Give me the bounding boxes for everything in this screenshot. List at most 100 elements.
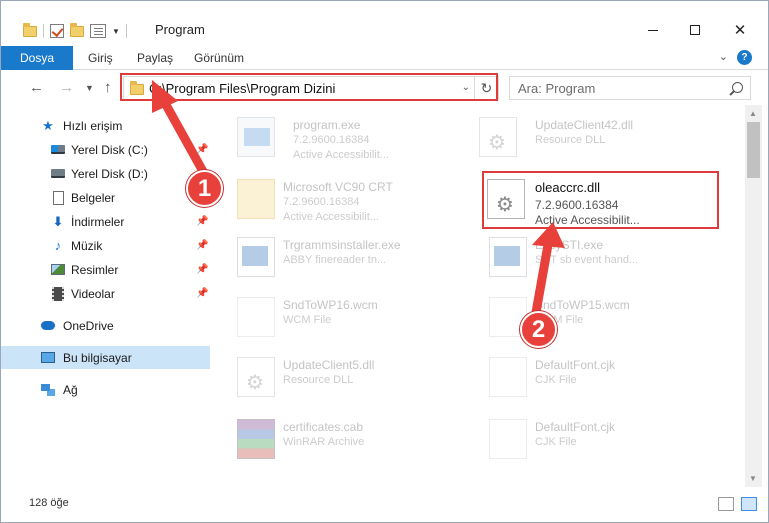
back-arrow-icon[interactable]: ← <box>29 79 44 96</box>
sidebar-item-quick-access[interactable]: ★ Hızlı erişim <box>1 114 210 137</box>
file-item[interactable]: SndToWP16.wcm WCM File <box>233 289 469 345</box>
sidebar-item-pictures[interactable]: Resimler 📌 <box>1 258 210 281</box>
quick-access-toolbar: ▼ <box>23 21 127 41</box>
exe-icon <box>489 237 527 277</box>
sidebar-item-downloads[interactable]: ⬇ İndirmeler 📌 <box>1 210 210 233</box>
blank-file-icon <box>489 357 527 397</box>
recent-locations-icon[interactable]: ▼ <box>85 83 94 93</box>
dll-icon <box>237 357 275 397</box>
up-arrow-icon[interactable]: ↑ <box>104 79 112 96</box>
minimize-icon <box>648 29 658 31</box>
title-bar: ▼ Program ✕ <box>1 1 768 45</box>
sidebar-item-label: OneDrive <box>63 318 114 333</box>
music-icon: ♪ <box>54 238 62 253</box>
sidebar-item-videos[interactable]: Videolar 📌 <box>1 282 210 305</box>
customize-icon[interactable] <box>90 24 106 38</box>
tab-share[interactable]: Paylaş <box>137 46 173 70</box>
file-name: Trgrammsinstaller.exe <box>283 238 401 252</box>
file-name: SndToWP15.wcm <box>535 298 630 312</box>
dll-icon <box>479 117 517 157</box>
tab-home[interactable]: Giriş <box>88 46 113 70</box>
file-item[interactable]: DefaultFont.cjk CJK File <box>485 349 721 405</box>
videos-icon <box>51 286 65 301</box>
file-version: CJK File <box>535 436 577 448</box>
sidebar-item-network[interactable]: Ağ <box>1 378 210 401</box>
pin-icon[interactable]: 📌 <box>196 240 208 251</box>
file-list: program.exe 7.2.9600.16384 Active Access… <box>213 105 745 487</box>
pin-icon[interactable]: 📌 <box>196 288 208 299</box>
toolbar-separator <box>125 24 127 38</box>
file-item[interactable]: Trgrammsinstaller.exe ABBY finereader tn… <box>233 229 469 285</box>
large-icons-view-icon[interactable] <box>741 497 757 511</box>
file-version: 7.2.9600.16384 <box>293 134 370 146</box>
forward-arrow-icon[interactable]: → <box>59 79 74 96</box>
sidebar-item-label: Yerel Disk (C:) <box>71 142 148 157</box>
chevron-down-icon[interactable]: ▼ <box>112 27 120 36</box>
pin-icon[interactable]: 📌 <box>196 264 208 275</box>
blank-file-icon <box>237 297 275 337</box>
help-icon[interactable]: ? <box>737 50 752 65</box>
scrollbar-thumb[interactable] <box>747 122 760 178</box>
minimize-button[interactable] <box>638 16 668 44</box>
file-item[interactable]: SndToWP15.wcm WCM File <box>485 289 721 345</box>
expand-ribbon-icon[interactable]: ⌄ <box>719 50 728 63</box>
file-item[interactable]: program.exe 7.2.9600.16384 Active Access… <box>233 109 469 165</box>
search-placeholder: Ara: Program <box>518 81 596 96</box>
file-version: WinRAR Archive <box>283 436 365 448</box>
vertical-scrollbar[interactable]: ▲ ▼ <box>745 105 762 487</box>
exe-icon <box>237 237 275 277</box>
file-item[interactable]: Microsoft VC90 CRT 7.2.9600.16384 Active… <box>233 171 469 227</box>
pin-icon[interactable]: 📌 <box>196 144 208 155</box>
sidebar-item-music[interactable]: ♪ Müzik 📌 <box>1 234 210 257</box>
close-button[interactable]: ✕ <box>725 16 755 44</box>
sidebar-item-this-pc[interactable]: Bu bilgisayar <box>1 346 210 369</box>
file-item[interactable]: UpdateClient5.dll Resource DLL <box>233 349 469 405</box>
file-version: SNT sb event hand... <box>535 254 639 266</box>
file-item[interactable]: UpdateClient42.dll Resource DLL <box>475 109 711 165</box>
step-2-badge: 2 <box>520 311 557 348</box>
sidebar-item-label: Müzik <box>71 238 103 253</box>
file-name: UpdateClient42.dll <box>535 118 634 132</box>
maximize-icon <box>690 25 700 35</box>
this-pc-icon <box>41 351 55 365</box>
sidebar-item-documents[interactable]: Belgeler <box>1 186 210 209</box>
sidebar-item-local-disk-d[interactable]: Yerel Disk (D:) <box>1 162 210 185</box>
sidebar-item-onedrive[interactable]: OneDrive <box>1 314 210 337</box>
sidebar-item-label: Resimler <box>71 262 119 277</box>
sidebar-item-local-disk-c[interactable]: Yerel Disk (C:) 📌 <box>1 138 210 161</box>
file-version: Resource DLL <box>283 374 354 386</box>
tab-view[interactable]: Görünüm <box>194 46 244 70</box>
search-icon[interactable] <box>732 82 743 93</box>
downloads-icon: ⬇ <box>52 213 64 229</box>
file-name: SndToWP16.wcm <box>283 298 378 312</box>
pictures-icon <box>51 263 65 277</box>
folder-icon <box>23 22 37 37</box>
file-description: Active Accessibilit... <box>283 211 379 223</box>
sidebar-item-label: Hızlı erişim <box>63 118 123 133</box>
address-bar-highlight <box>120 73 498 101</box>
onedrive-icon <box>41 319 55 333</box>
ribbon-tabs: Dosya Giriş Paylaş Görünüm ⌄ ? <box>1 46 768 70</box>
documents-icon <box>51 190 65 205</box>
scroll-down-icon[interactable]: ▼ <box>749 474 757 483</box>
archive-icon <box>237 419 275 459</box>
file-name: Microsoft VC90 CRT <box>283 180 393 194</box>
details-view-icon[interactable] <box>718 497 734 511</box>
file-item[interactable]: certificates.cab WinRAR Archive <box>233 411 469 467</box>
exe-icon <box>237 117 275 157</box>
search-input[interactable]: Ara: Program <box>509 76 751 100</box>
properties-check-icon[interactable] <box>50 24 64 38</box>
new-folder-icon[interactable] <box>70 22 84 37</box>
file-item[interactable]: EasySTI.exe SNT sb event hand... <box>485 229 721 285</box>
sidebar-item-label: Ağ <box>63 382 78 397</box>
maximize-button[interactable] <box>680 16 710 44</box>
file-item[interactable]: DefaultFont.cjk CJK File <box>485 411 721 467</box>
pin-icon[interactable]: 📌 <box>196 216 208 227</box>
scroll-up-icon[interactable]: ▲ <box>749 109 757 118</box>
drive-icon <box>51 167 65 181</box>
star-icon: ★ <box>42 117 54 133</box>
close-icon: ✕ <box>733 21 747 39</box>
tab-file[interactable]: Dosya <box>1 46 73 70</box>
file-name: program.exe <box>293 118 361 132</box>
file-version: ABBY finereader tn... <box>283 254 387 266</box>
